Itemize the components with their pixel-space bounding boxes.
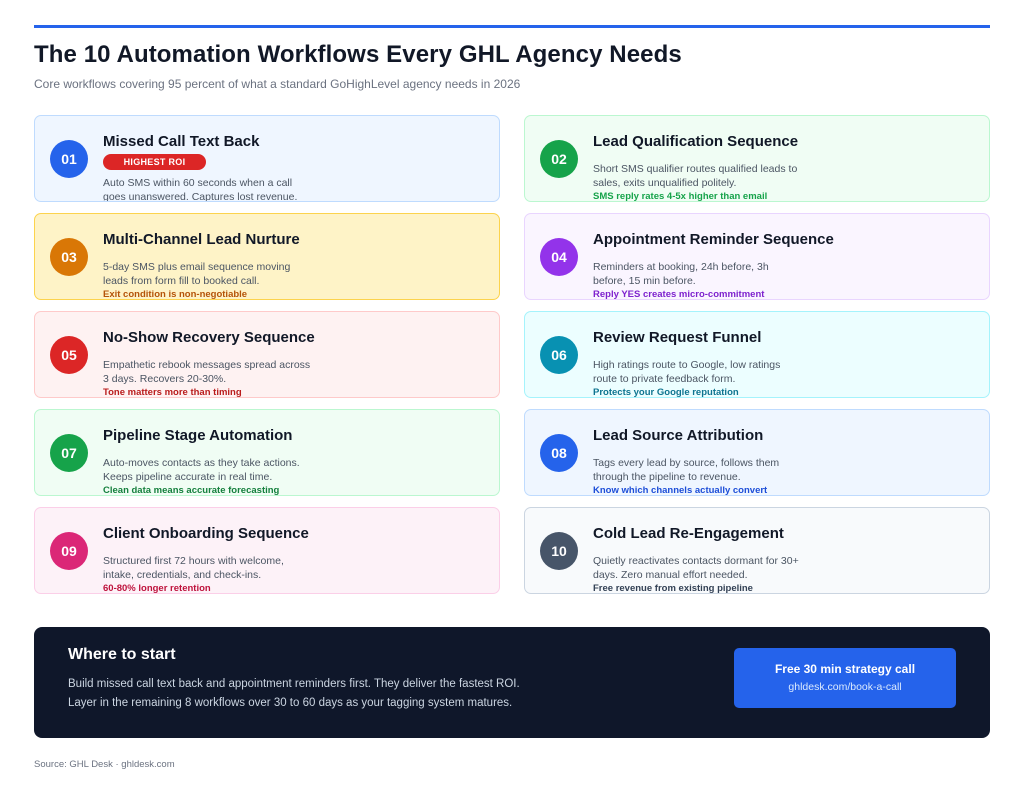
workflow-description: Quietly reactivates contacts dormant for… — [593, 555, 799, 581]
workflow-description: 5-day SMS plus email sequence moving lea… — [103, 261, 291, 287]
workflow-number-badge: 05 — [50, 336, 88, 374]
workflow-number-badge: 03 — [50, 238, 88, 276]
book-call-button-url: ghldesk.com/book-a-call — [788, 681, 902, 693]
workflow-card: 03 Multi-Channel Lead Nurture 5-day SMS pl… — [34, 213, 500, 300]
book-call-button[interactable]: Free 30 min strategy call ghldesk.com/bo… — [734, 648, 956, 708]
workflow-title: Appointment Reminder Sequence — [593, 231, 834, 248]
workflow-note: Tone matters more than timing — [103, 387, 242, 398]
workflow-note: Protects your Google reputation — [593, 387, 739, 398]
workflow-note: Free revenue from existing pipeline — [593, 583, 753, 594]
workflow-title: Pipeline Stage Automation — [103, 427, 293, 444]
cta-panel: Where to start Build missed call text ba… — [34, 627, 990, 738]
cta-text-line-1: Build missed call text back and appointm… — [68, 678, 520, 690]
workflow-number-badge: 10 — [540, 532, 578, 570]
workflow-description: Tags every lead by source, follows them … — [593, 457, 780, 483]
workflow-card: 04 Appointment Reminder Sequence Reminders… — [524, 213, 990, 300]
page-subtitle: Core workflows covering 95 percent of wh… — [34, 77, 521, 91]
workflow-note: Reply YES creates micro-commitment — [593, 289, 765, 300]
workflow-description: Auto-moves contacts as they take actions… — [103, 457, 300, 483]
cta-text-line-2: Layer in the remaining 8 workflows over … — [68, 697, 513, 709]
top-accent-rule — [34, 25, 990, 28]
workflow-description: Empathetic rebook messages spread across… — [103, 359, 311, 385]
workflow-description: Auto SMS within 60 seconds when a call g… — [103, 177, 298, 202]
workflow-card: 09 Client Onboarding Sequence Structured f… — [34, 507, 500, 594]
cta-text: Build missed call text back and appointm… — [68, 675, 588, 713]
workflow-number-badge: 09 — [50, 532, 88, 570]
workflow-note: Exit condition is non-negotiable — [103, 289, 248, 300]
workflow-description: Reminders at booking, 24h before, 3h bef… — [593, 261, 769, 287]
workflow-card: 10 Cold Lead Re-Engagement Quietly reactiv… — [524, 507, 990, 594]
workflow-title: Missed Call Text Back — [103, 133, 260, 150]
workflow-number-badge: 08 — [540, 434, 578, 472]
workflow-note: Know which channels actually convert — [593, 485, 768, 496]
workflow-card: 05 No-Show Recovery Sequence Empathetic re… — [34, 311, 500, 398]
workflow-description: Short SMS qualifier routes qualified lea… — [593, 163, 798, 189]
workflow-description: Structured first 72 hours with welcome, … — [103, 555, 284, 581]
workflow-note: 60-80% longer retention — [103, 583, 211, 594]
workflow-note: SMS reply rates 4-5x higher than email — [593, 191, 768, 202]
workflow-number-badge: 02 — [540, 140, 578, 178]
workflow-title: Lead Source Attribution — [593, 427, 764, 444]
workflow-card: 06 Review Request Funnel High ratings rout… — [524, 311, 990, 398]
workflow-title: Client Onboarding Sequence — [103, 525, 309, 542]
workflow-number-badge: 04 — [540, 238, 578, 276]
workflow-card: 01 Missed Call Text Back HIGHEST ROI Auto S… — [34, 115, 500, 202]
workflow-number-badge: 07 — [50, 434, 88, 472]
workflow-title: No-Show Recovery Sequence — [103, 329, 315, 346]
highest-roi-badge: HIGHEST ROI — [103, 154, 206, 170]
workflow-number-badge: 01 — [50, 140, 88, 178]
workflow-title: Review Request Funnel — [593, 329, 762, 346]
workflow-title: Multi-Channel Lead Nurture — [103, 231, 300, 248]
workflow-card: 02 Lead Qualification Sequence Short SMS q… — [524, 115, 990, 202]
workflow-card: 08 Lead Source Attribution Tags every lead… — [524, 409, 990, 496]
workflow-note: Clean data means accurate forecasting — [103, 485, 280, 496]
workflow-title: Cold Lead Re-Engagement — [593, 525, 784, 542]
workflow-title: Lead Qualification Sequence — [593, 133, 799, 150]
page-title: The 10 Automation Workflows Every GHL Ag… — [34, 41, 682, 68]
workflow-card: 07 Pipeline Stage Automation Auto-moves co… — [34, 409, 500, 496]
workflow-description: High ratings route to Google, low rating… — [593, 359, 781, 385]
source-footer: Source: GHL Desk · ghldesk.com — [34, 759, 175, 770]
workflow-number-badge: 06 — [540, 336, 578, 374]
cta-heading: Where to start — [68, 646, 176, 663]
book-call-button-label: Free 30 min strategy call — [774, 662, 916, 676]
